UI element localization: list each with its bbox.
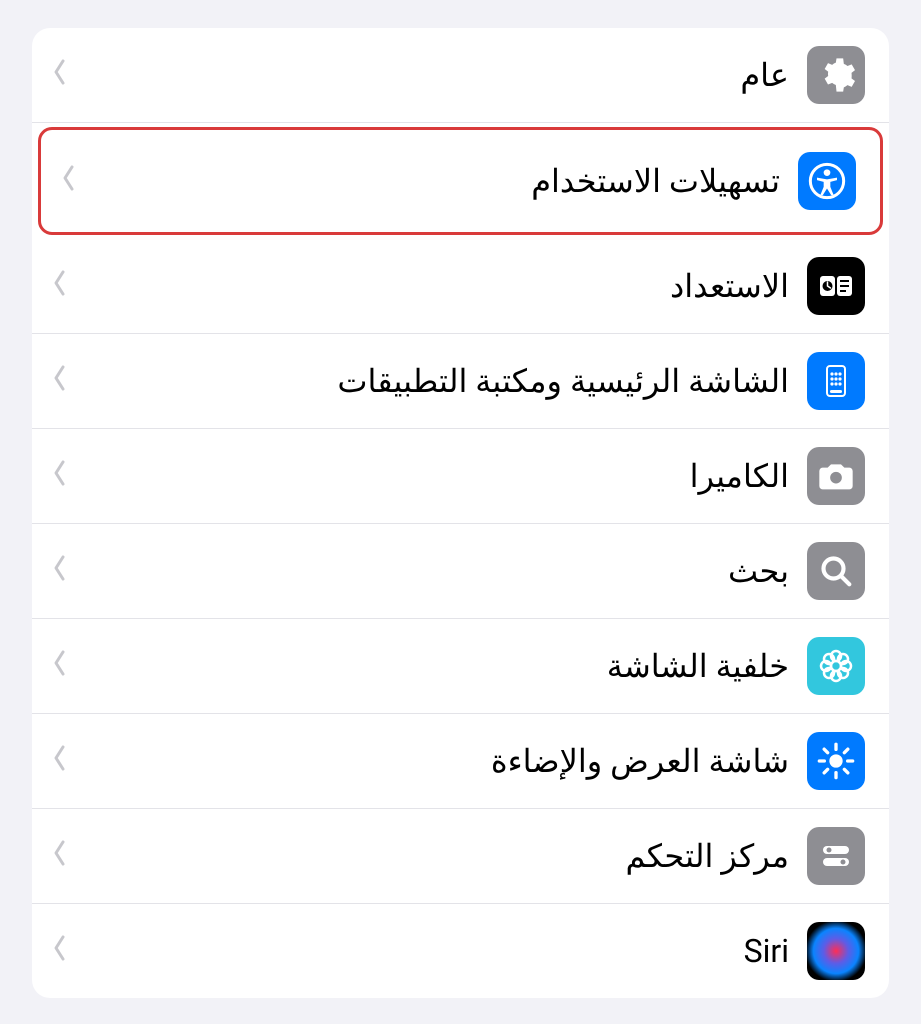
- setting-label: خلفية الشاشة: [68, 647, 789, 685]
- setting-row-accessibility[interactable]: تسهيلات الاستخدام: [38, 127, 883, 235]
- control-center-icon: [807, 827, 865, 885]
- setting-label: شاشة العرض والإضاءة: [68, 742, 789, 780]
- chevron-left-icon: [52, 554, 68, 589]
- setting-label: الاستعداد: [68, 267, 789, 305]
- chevron-left-icon: [52, 459, 68, 494]
- home-screen-icon: [807, 352, 865, 410]
- search-icon: [807, 542, 865, 600]
- settings-list: عام تسهيلات الاستخدام الاستعداد الشاشة ا…: [32, 28, 889, 998]
- chevron-left-icon: [52, 364, 68, 399]
- chevron-left-icon: [52, 649, 68, 684]
- setting-row-siri[interactable]: Siri: [32, 904, 889, 998]
- setting-row-general[interactable]: عام: [32, 28, 889, 123]
- setting-row-home-screen[interactable]: الشاشة الرئيسية ومكتبة التطبيقات: [32, 334, 889, 429]
- camera-icon: [807, 447, 865, 505]
- setting-label: مركز التحكم: [68, 837, 789, 875]
- setting-row-camera[interactable]: الكاميرا: [32, 429, 889, 524]
- setting-label: بحث: [68, 552, 789, 590]
- chevron-left-icon: [52, 934, 68, 969]
- setting-row-search[interactable]: بحث: [32, 524, 889, 619]
- setting-row-control-center[interactable]: مركز التحكم: [32, 809, 889, 904]
- gear-icon: [807, 46, 865, 104]
- setting-row-wallpaper[interactable]: خلفية الشاشة: [32, 619, 889, 714]
- wallpaper-icon: [807, 637, 865, 695]
- setting-label: عام: [68, 56, 789, 94]
- setting-label: تسهيلات الاستخدام: [77, 162, 780, 200]
- setting-label: Siri: [68, 932, 789, 970]
- standby-icon: [807, 257, 865, 315]
- chevron-left-icon: [52, 744, 68, 779]
- siri-icon: [807, 922, 865, 980]
- setting-label: الشاشة الرئيسية ومكتبة التطبيقات: [68, 362, 789, 400]
- chevron-left-icon: [52, 58, 68, 93]
- chevron-left-icon: [52, 269, 68, 304]
- setting-label: الكاميرا: [68, 457, 789, 495]
- brightness-icon: [807, 732, 865, 790]
- accessibility-icon: [798, 152, 856, 210]
- chevron-left-icon: [52, 839, 68, 874]
- setting-row-display-brightness[interactable]: شاشة العرض والإضاءة: [32, 714, 889, 809]
- chevron-left-icon: [61, 164, 77, 199]
- setting-row-standby[interactable]: الاستعداد: [32, 239, 889, 334]
